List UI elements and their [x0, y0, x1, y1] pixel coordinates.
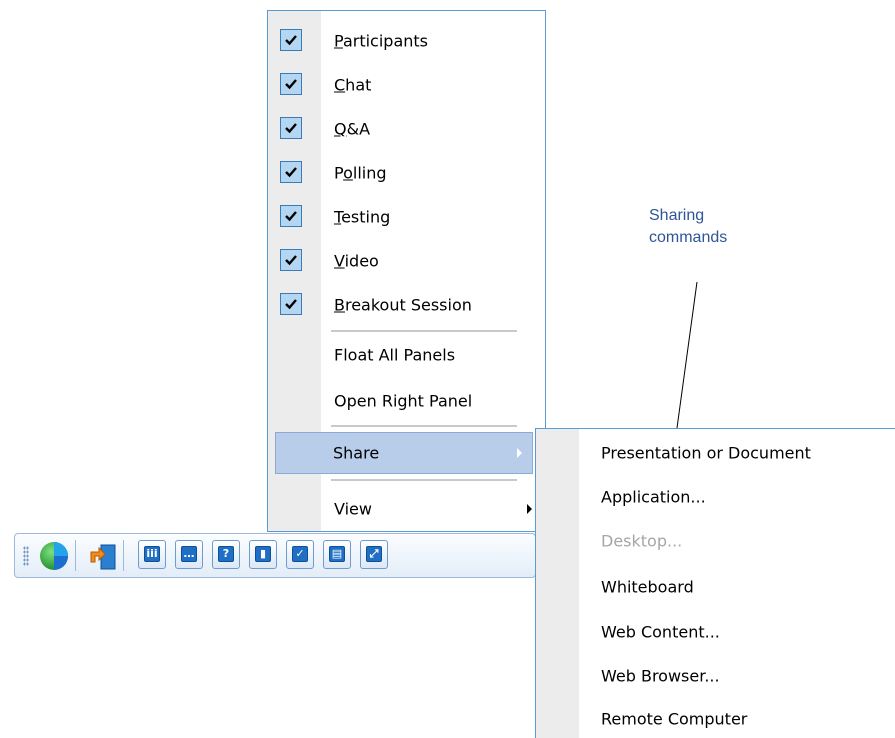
menu-item-qa[interactable]: Q&A [271, 111, 542, 147]
menu-item-label: Whiteboard [601, 577, 694, 597]
polling-icon[interactable]: ▮ [249, 540, 277, 569]
testing-icon[interactable]: ✓ [286, 540, 314, 569]
menu-item-video[interactable]: Video [271, 243, 542, 279]
menu-item-label: View [334, 499, 372, 519]
menu-item-label: Presentation or Document [601, 443, 811, 463]
share-submenu: Presentation or Document Application... … [535, 428, 895, 738]
menu-item-label: Participants [334, 31, 428, 51]
menu-item-presentation-or-document[interactable]: Presentation or Document [539, 435, 892, 471]
menu-item-web-browser[interactable]: Web Browser... [539, 658, 892, 694]
checkmark-icon [280, 249, 302, 271]
menu-item-whiteboard[interactable]: Whiteboard [539, 569, 892, 605]
panel-toolbar: iii … ? ▮ ✓ ▤ ⤢ [14, 533, 536, 578]
menu-item-polling[interactable]: Polling [271, 155, 542, 191]
menu-item-label: Testing [334, 207, 391, 227]
menu-item-desktop: Desktop... [539, 523, 892, 559]
menu-item-label: Polling [334, 163, 387, 183]
menu-item-label: Float All Panels [334, 345, 456, 365]
leave-session-icon[interactable] [87, 538, 121, 573]
callout-line-2: commands [649, 229, 728, 246]
toolbar-grip[interactable] [23, 546, 29, 566]
menu-item-label: Application... [601, 487, 706, 507]
menu-item-testing[interactable]: Testing [271, 199, 542, 235]
menu-item-float-all-panels[interactable]: Float All Panels [271, 337, 542, 373]
checkmark-icon [280, 117, 302, 139]
breakout-icon[interactable]: ⤢ [360, 540, 388, 569]
chat-icon[interactable]: … [175, 540, 203, 569]
checkmark-icon [280, 161, 302, 183]
menu-item-chat[interactable]: Chat [271, 67, 542, 103]
menu-separator [331, 330, 517, 333]
callout-text: Sharing commands [649, 205, 727, 249]
menu-item-label: Remote Computer [601, 709, 748, 729]
menu-item-web-content[interactable]: Web Content... [539, 614, 892, 650]
menu-item-remote-computer[interactable]: Remote Computer [539, 701, 892, 737]
menu-separator [331, 425, 517, 428]
menu-item-label: Share [333, 443, 380, 463]
menu-item-label: Web Browser... [601, 666, 720, 686]
menu-item-view[interactable]: View [271, 491, 542, 527]
checkmark-icon [280, 29, 302, 51]
menu-item-label: Q&A [334, 119, 371, 139]
participants-icon[interactable]: iii [138, 540, 166, 569]
menu-item-open-right-panel[interactable]: Open Right Panel [271, 383, 542, 419]
menu-item-label: Video [334, 251, 379, 271]
menu-item-label: Web Content... [601, 622, 720, 642]
menu-item-share[interactable]: Share [275, 432, 533, 474]
menu-item-label: Open Right Panel [334, 391, 473, 411]
panels-context-menu: Participants Chat Q&A Polling Testing Vi… [267, 10, 546, 532]
checkmark-icon [280, 73, 302, 95]
qa-icon[interactable]: ? [212, 540, 240, 569]
menu-separator [331, 479, 517, 482]
callout-line-1: Sharing [649, 207, 705, 224]
toolbar-divider [123, 540, 124, 571]
submenu-arrow-icon [517, 448, 522, 458]
video-icon[interactable]: ▤ [323, 540, 351, 569]
toolbar-divider [75, 540, 76, 571]
checkmark-icon [280, 293, 302, 315]
menu-item-application[interactable]: Application... [539, 479, 892, 515]
menu-item-breakout-session[interactable]: Breakout Session [271, 287, 542, 323]
menu-item-participants[interactable]: Participants [271, 23, 542, 59]
menu-item-label: Breakout Session [334, 295, 472, 315]
webex-globe-icon[interactable] [37, 538, 71, 573]
menu-item-label: Chat [334, 75, 372, 95]
submenu-arrow-icon [527, 504, 532, 514]
checkmark-icon [280, 205, 302, 227]
menu-item-label: Desktop... [601, 531, 683, 551]
